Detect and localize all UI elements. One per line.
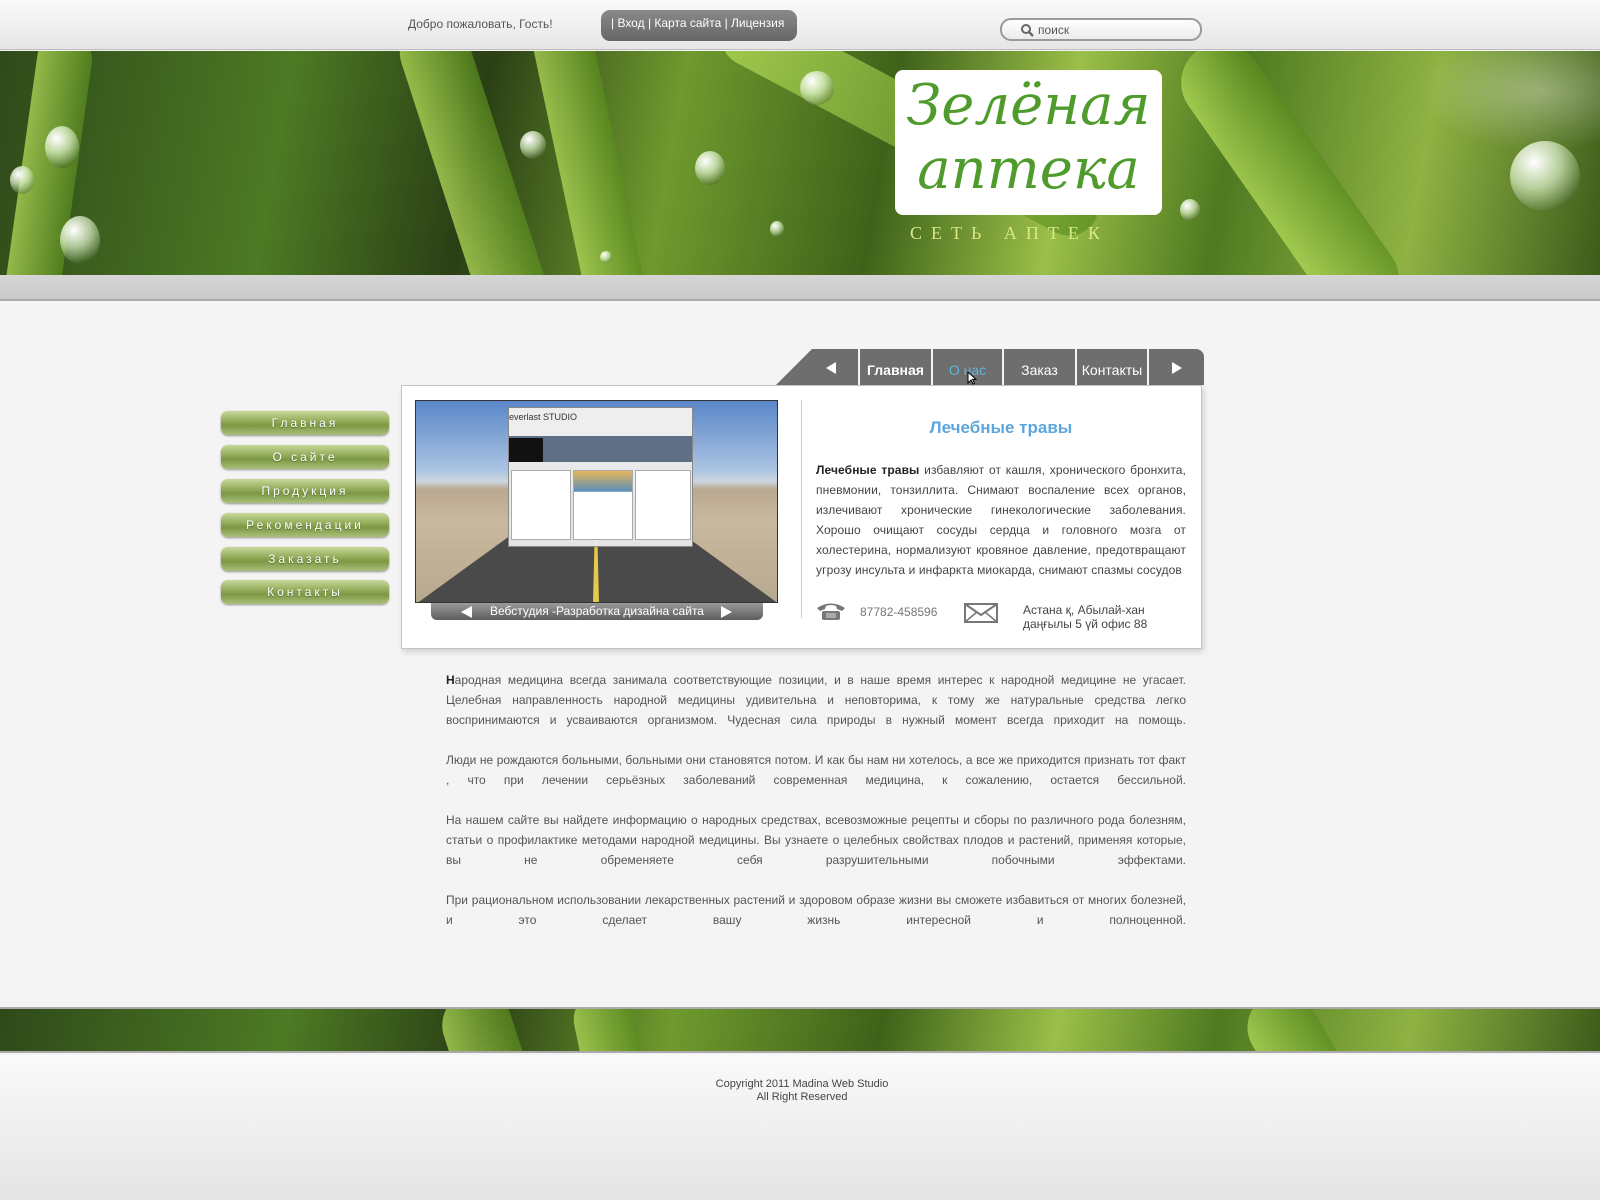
logo-subtitle: СЕТЬ АПТЕК [910, 223, 1109, 243]
slider-caption: Вебстудия -Разработка дизайна сайта [490, 604, 704, 618]
box-text-bold: Лечебные травы [816, 463, 920, 477]
phone-number: 87782-458596 [860, 605, 938, 619]
tab-order[interactable]: Заказ [1004, 349, 1075, 385]
phone-icon [817, 603, 845, 620]
address-line-2: даңғылы 5 үй офис 88 [1023, 617, 1148, 631]
slider-next-icon[interactable] [721, 606, 732, 618]
logo[interactable]: Зелёная аптека [895, 70, 1162, 215]
site-preview-column [635, 470, 691, 540]
water-drop [800, 71, 834, 105]
tab-prev-button[interactable] [776, 349, 858, 385]
license-link[interactable]: | Лицензия [721, 16, 785, 30]
divider-strip [0, 275, 1600, 301]
grass-blade [1165, 51, 1415, 275]
water-drop [520, 131, 546, 159]
paragraph: На нашем сайте вы найдете информацию о н… [446, 813, 1186, 867]
sidebar-item-products[interactable]: Продукция [221, 479, 389, 503]
sidebar-item-about[interactable]: О сайте [221, 445, 389, 469]
paragraph: Люди не рождаются больными, больными они… [446, 753, 1186, 787]
logo-line-2: аптека [917, 137, 1140, 202]
paragraph: При рациональном использовании лекарстве… [446, 893, 1186, 927]
water-drop [695, 151, 725, 185]
copyright: Copyright 2011 Madina Web Studio All Rig… [0, 1078, 1600, 1104]
arrow-right-icon [1172, 362, 1182, 374]
search-input[interactable] [1038, 22, 1188, 38]
water-drop [600, 251, 612, 263]
grass-blade [1234, 1009, 1356, 1051]
tab-home[interactable]: Главная [860, 349, 931, 385]
site-preview-column [573, 470, 633, 540]
footer [0, 1055, 1600, 1200]
address: Астана қ, Абылай-хан даңғылы 5 үй офис 8… [1023, 603, 1147, 631]
sidebar-item-contacts[interactable]: Контакты [221, 580, 389, 604]
sitemap-link[interactable]: | Карта сайта [645, 16, 721, 30]
tab-next-button[interactable] [1149, 349, 1204, 385]
site-preview-black-block [509, 438, 543, 462]
mail-icon [964, 603, 998, 623]
top-links: | Вход | Карта сайта | Лицензия [601, 10, 797, 41]
site-preview-title: everlast STUDIO [509, 412, 578, 422]
grass-blade [568, 1009, 652, 1051]
login-link[interactable]: | Вход [611, 16, 645, 30]
rights-line: All Right Reserved [756, 1091, 848, 1103]
search-icon[interactable] [1020, 23, 1034, 37]
footer-banner [0, 1007, 1600, 1053]
address-line-1: Астана қ, Абылай-хан [1023, 603, 1145, 617]
vertical-divider [801, 400, 802, 618]
water-drop [45, 126, 79, 168]
site-preview: everlast STUDIO [508, 407, 693, 547]
site-preview-column [511, 470, 571, 540]
grass-blade [523, 51, 657, 275]
site-preview-header: everlast STUDIO [509, 408, 692, 436]
header-banner: Зелёная аптека СЕТЬ АПТЕК [0, 51, 1600, 275]
cursor-icon [967, 371, 977, 385]
grass-blade [433, 1009, 537, 1051]
slider-prev-icon[interactable] [461, 606, 472, 618]
water-drop [1180, 199, 1200, 221]
sidebar-item-home[interactable]: Главная [221, 411, 389, 435]
main-text: Народная медицина всегда занимала соотве… [446, 670, 1186, 950]
water-drop [10, 166, 34, 194]
top-bar: Добро пожаловать, Гость! | Вход | Карта … [0, 0, 1600, 50]
arrow-left-icon [826, 362, 836, 374]
box-text: Лечебные травы избавляют от кашля, хрони… [816, 460, 1186, 580]
slider-caption-bar: Вебстудия -Разработка дизайна сайта [431, 603, 763, 620]
welcome-text: Добро пожаловать, Гость! [408, 17, 553, 31]
water-drop [1510, 141, 1580, 211]
sidebar-item-order[interactable]: Заказать [221, 547, 389, 571]
grass-blade [390, 51, 560, 275]
logo-line-1: Зелёная [906, 73, 1151, 138]
box-title: Лечебные травы [929, 418, 1073, 437]
paragraph: Народная медицина всегда занимала соотве… [446, 673, 1186, 727]
search-box [1000, 18, 1202, 41]
sidebar-item-recommendations[interactable]: Рекомендации [221, 513, 389, 537]
water-drop [770, 221, 784, 237]
slider-image[interactable]: everlast STUDIO [415, 400, 778, 603]
water-drop [60, 216, 100, 264]
tab-contacts[interactable]: Контакты [1077, 349, 1147, 385]
copyright-line: Copyright 2011 Madina Web Studio [715, 1078, 889, 1090]
box-text-body: избавляют от кашля, хронического бронхит… [816, 463, 1186, 577]
